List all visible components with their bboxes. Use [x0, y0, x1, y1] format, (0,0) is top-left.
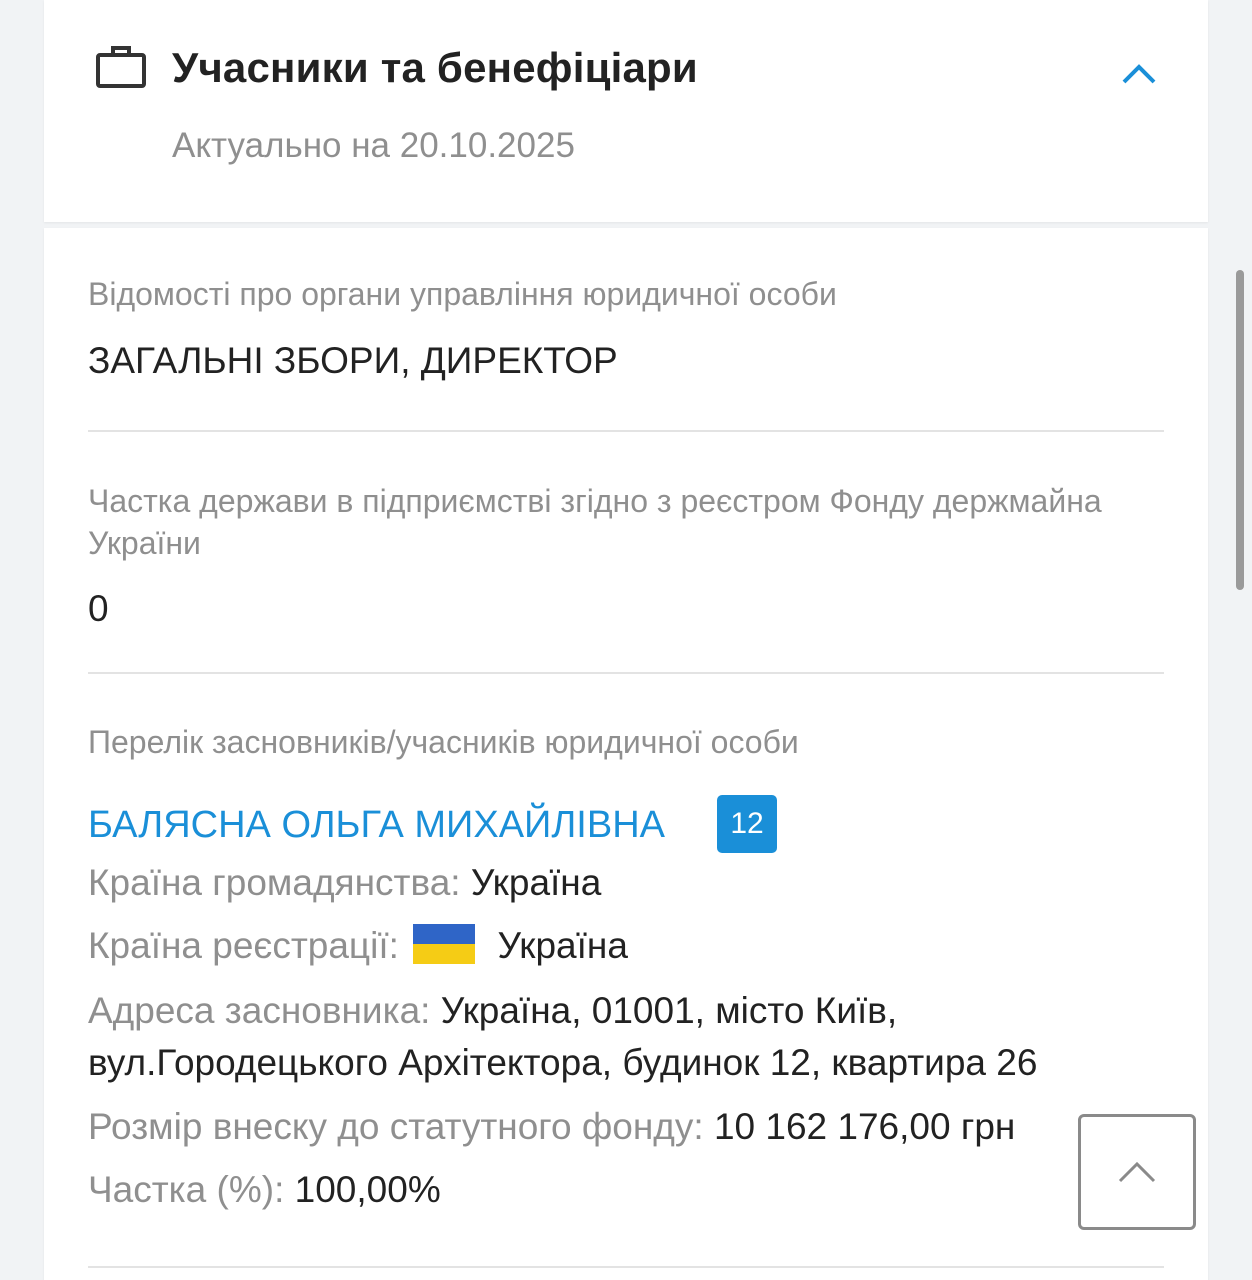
share-row: Частка (%): 100,00%: [88, 1165, 441, 1215]
section-title: Учасники та бенефіціари: [172, 44, 698, 91]
section-subtitle: Актуально на 20.10.2025: [172, 126, 575, 165]
scrollbar[interactable]: [1236, 270, 1244, 590]
address-line2: вул.Городецького Архітектора, будинок 12…: [88, 1042, 1038, 1083]
chevron-up-icon: [1118, 1161, 1156, 1183]
state-share-label: Частка держави в підприємстві згідно з р…: [88, 483, 1102, 561]
briefcase-icon: [96, 46, 146, 88]
founders-label: Перелік засновників/учасників юридичної …: [88, 724, 799, 760]
management-label: Відомості про органи управління юридично…: [88, 276, 837, 312]
contribution-value: 10 162 176,00 грн: [713, 1106, 1016, 1147]
divider: [88, 672, 1164, 674]
registration-value: Україна: [497, 925, 628, 966]
address-label: Адреса засновника:: [88, 990, 431, 1031]
founder-name-link[interactable]: БАЛЯСНА ОЛЬГА МИХАЙЛІВНА: [88, 804, 665, 847]
share-value: 100,00%: [294, 1169, 441, 1210]
chevron-up-icon: [1122, 64, 1156, 84]
contribution-label: Розмір внеску до статутного фонду:: [88, 1106, 704, 1147]
section-header-card: Учасники та бенефіціари Актуально на 20.…: [44, 0, 1208, 222]
address-line1: Україна, 01001, місто Київ,: [440, 990, 898, 1031]
collapse-button[interactable]: [1114, 54, 1164, 94]
address-row: Адреса засновника: Україна, 01001, місто…: [88, 986, 897, 1036]
state-share-value: 0: [88, 588, 109, 629]
scroll-to-top-button[interactable]: [1078, 1114, 1196, 1230]
citizenship-value: Україна: [470, 862, 602, 903]
divider: [88, 430, 1164, 432]
page: Учасники та бенефіціари Актуально на 20.…: [0, 0, 1252, 1280]
ukraine-flag-icon: [413, 924, 476, 964]
registration-row: Країна реєстрації: Україна: [88, 921, 628, 971]
management-value: ЗАГАЛЬНІ ЗБОРИ, ДИРЕКТОР: [88, 340, 618, 381]
share-label: Частка (%):: [88, 1169, 285, 1210]
founder-count-badge: 12: [717, 795, 777, 853]
registration-label: Країна реєстрації:: [88, 925, 399, 966]
citizenship-row: Країна громадянства: Україна: [88, 858, 601, 908]
citizenship-label: Країна громадянства:: [88, 862, 461, 903]
contribution-row: Розмір внеску до статутного фонду: 10 16…: [88, 1102, 1015, 1152]
address-line2-row: вул.Городецького Архітектора, будинок 12…: [88, 1038, 1037, 1088]
divider: [88, 1266, 1164, 1268]
section-body-card: Відомості про органи управління юридично…: [44, 228, 1208, 1280]
